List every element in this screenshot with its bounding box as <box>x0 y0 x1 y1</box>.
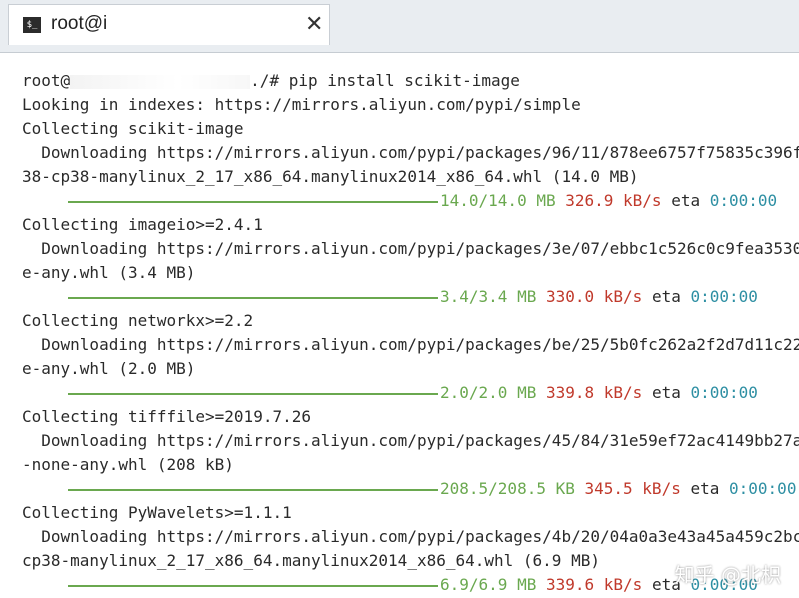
progress-row: 6.9/6.9 MB 339.6 kB/s eta 0:00:00 <box>68 573 758 597</box>
output-line: Collecting networkx>=2.2 <box>22 311 254 330</box>
redacted-hostname <box>70 74 251 89</box>
output-line: Looking in indexes: https://mirrors.aliy… <box>22 95 581 114</box>
output-line: e-any.whl (3.4 MB) <box>22 263 196 282</box>
progress-row: 14.0/14.0 MB 326.9 kB/s eta 0:00:00 <box>68 189 777 213</box>
terminal-tab[interactable]: $_ root@i ✕ <box>8 4 330 45</box>
progress-row: 2.0/2.0 MB 339.8 kB/s eta 0:00:00 <box>68 381 758 405</box>
output-line: -none-any.whl (208 kB) <box>22 455 234 474</box>
output-line: Collecting imageio>=2.4.1 <box>22 215 263 234</box>
output-line: Downloading https://mirrors.aliyun.com/p… <box>22 527 799 546</box>
output-line: e-any.whl (2.0 MB) <box>22 359 196 378</box>
watermark: 知乎 @北枳 <box>674 563 781 587</box>
tab-title: root@i <box>51 13 108 34</box>
close-icon[interactable]: ✕ <box>305 11 323 37</box>
output-line: 38-cp38-manylinux_2_17_x86_64.manylinux2… <box>22 167 639 186</box>
command-line: root@ ./# pip install scikit-image <box>22 71 520 90</box>
progress-bar <box>68 296 438 299</box>
progress-row: 3.4/3.4 MB 330.0 kB/s eta 0:00:00 <box>68 285 758 309</box>
terminal-icon: $_ <box>23 17 41 33</box>
tab-bar: $_ root@i ✕ <box>0 0 799 53</box>
output-line: cp38-manylinux_2_17_x86_64.manylinux2014… <box>22 551 600 570</box>
output-line: Downloading https://mirrors.aliyun.com/p… <box>22 143 799 162</box>
output-line: Downloading https://mirrors.aliyun.com/p… <box>22 335 799 354</box>
progress-bar <box>68 488 438 491</box>
output-line: Downloading https://mirrors.aliyun.com/p… <box>22 431 799 450</box>
progress-bar <box>68 584 438 587</box>
progress-row: 208.5/208.5 KB 345.5 kB/s eta 0:00:00 <box>68 477 796 501</box>
terminal-output[interactable]: root@ ./# pip install scikit-image Lookin… <box>0 53 799 598</box>
output-line: Collecting scikit-image <box>22 119 244 138</box>
output-line: Downloading https://mirrors.aliyun.com/p… <box>22 239 799 258</box>
output-line: Collecting tifffile>=2019.7.26 <box>22 407 311 426</box>
progress-bar <box>68 200 438 203</box>
progress-bar <box>68 392 438 395</box>
output-line: Collecting PyWavelets>=1.1.1 <box>22 503 292 522</box>
